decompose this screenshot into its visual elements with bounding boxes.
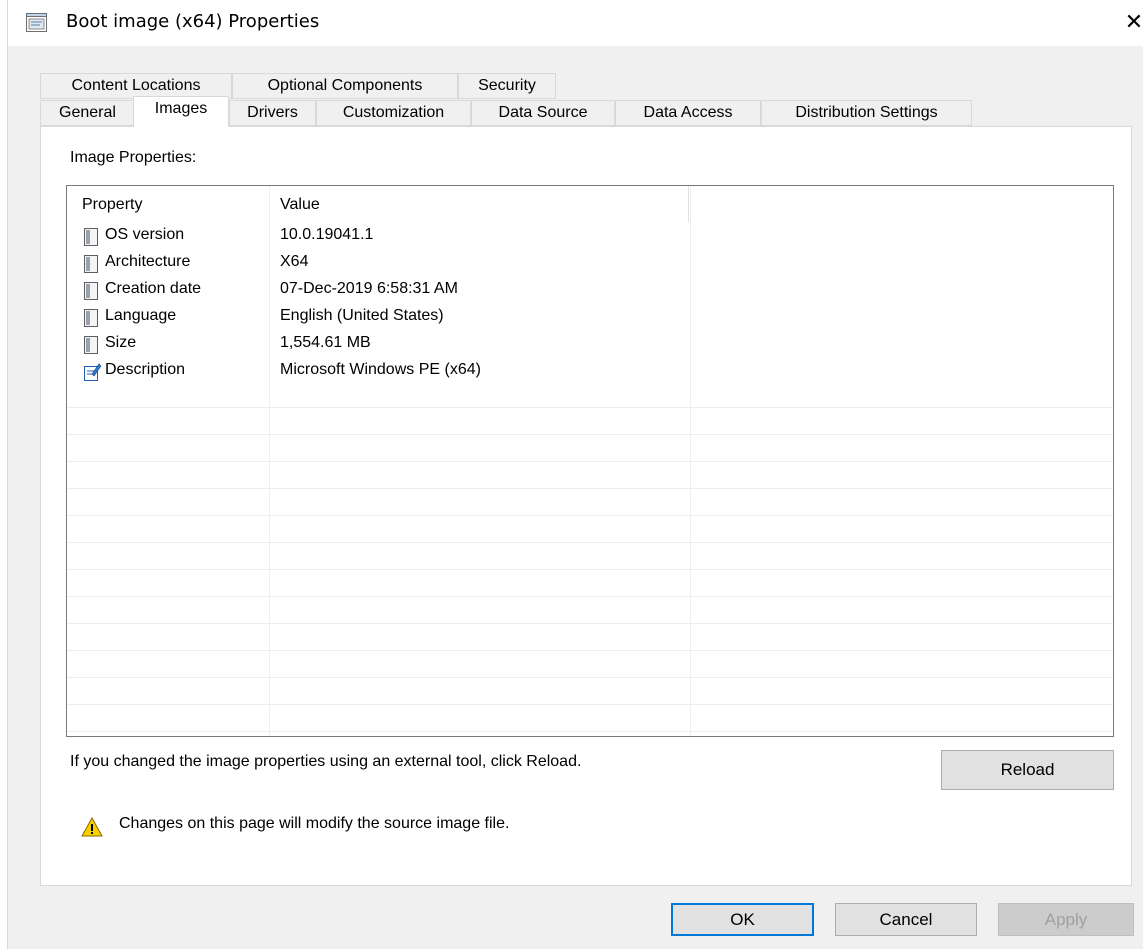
tab-customization[interactable]: Customization <box>316 100 471 126</box>
tab-optional-components[interactable]: Optional Components <box>232 73 458 99</box>
tab-data-source[interactable]: Data Source <box>471 100 615 126</box>
tab-distribution-settings[interactable]: Distribution Settings <box>761 100 972 126</box>
images-tab-page: Image Properties: Property Value OS vers… <box>40 126 1132 886</box>
ok-button[interactable]: OK <box>671 903 814 936</box>
list-item[interactable]: Language English (United States) <box>67 304 1113 331</box>
list-item[interactable]: OS version 10.0.19041.1 <box>67 223 1113 250</box>
grid-line <box>67 596 1113 597</box>
property-value: 07-Dec-2019 6:58:31 AM <box>280 280 458 297</box>
grid-line <box>67 407 1113 408</box>
warning-text: Changes on this page will modify the sou… <box>119 815 510 832</box>
property-value: English (United States) <box>280 307 444 324</box>
column-header-value[interactable]: Value <box>280 196 320 214</box>
column-header-property[interactable]: Property <box>82 196 142 214</box>
cancel-button[interactable]: Cancel <box>835 903 977 936</box>
tab-drivers[interactable]: Drivers <box>229 100 316 126</box>
column-separator <box>688 186 689 222</box>
image-properties-label: Image Properties: <box>70 149 197 166</box>
grid-line <box>67 731 1113 732</box>
list-item[interactable]: Creation date 07-Dec-2019 6:58:31 AM <box>67 277 1113 304</box>
tab-data-access[interactable]: Data Access <box>615 100 761 126</box>
tab-images[interactable]: Images <box>133 96 229 127</box>
window-left-edge <box>0 0 8 949</box>
grid-line <box>67 569 1113 570</box>
list-header: Property Value <box>67 186 1113 223</box>
document-icon <box>84 309 98 327</box>
grid-line <box>67 434 1113 435</box>
title-bar: Boot image (x64) Properties ✕ <box>8 0 1143 46</box>
document-icon <box>84 228 98 246</box>
property-name: Language <box>105 307 177 324</box>
document-icon <box>84 336 98 354</box>
grid-line <box>67 677 1113 678</box>
tab-security[interactable]: Security <box>458 73 556 99</box>
property-name: OS version <box>105 226 185 243</box>
reload-hint-text: If you changed the image properties usin… <box>70 753 582 770</box>
property-name: Architecture <box>105 253 191 270</box>
grid-line <box>67 623 1113 624</box>
property-name: Description <box>105 361 186 378</box>
warning-icon <box>81 817 103 837</box>
image-properties-list[interactable]: Property Value OS version 10.0.19041.1 Arc… <box>66 185 1114 737</box>
document-icon <box>84 282 98 300</box>
reload-button[interactable]: Reload <box>941 750 1114 790</box>
tab-general[interactable]: General <box>40 100 135 126</box>
grid-line <box>67 461 1113 462</box>
property-value: 10.0.19041.1 <box>280 226 374 243</box>
grid-line <box>67 542 1113 543</box>
properties-window-icon <box>26 13 47 32</box>
apply-button[interactable]: Apply <box>998 903 1134 936</box>
grid-line <box>67 704 1113 705</box>
grid-line <box>67 488 1113 489</box>
property-name: Creation date <box>105 280 202 297</box>
list-item[interactable]: Size 1,554.61 MB <box>67 331 1113 358</box>
property-name: Size <box>105 334 137 351</box>
close-button[interactable]: ✕ <box>1120 6 1143 38</box>
property-value: 1,554.61 MB <box>280 334 371 351</box>
close-icon: ✕ <box>1124 9 1143 34</box>
grid-line <box>67 650 1113 651</box>
list-item[interactable]: Description Microsoft Windows PE (x64) <box>67 358 1113 385</box>
window-title: Boot image (x64) Properties <box>66 11 320 32</box>
list-item[interactable]: Architecture X64 <box>67 250 1113 277</box>
property-value: Microsoft Windows PE (x64) <box>280 361 481 378</box>
grid-line <box>67 515 1113 516</box>
edit-document-icon <box>84 363 101 381</box>
document-icon <box>84 255 98 273</box>
property-value: X64 <box>280 253 309 270</box>
